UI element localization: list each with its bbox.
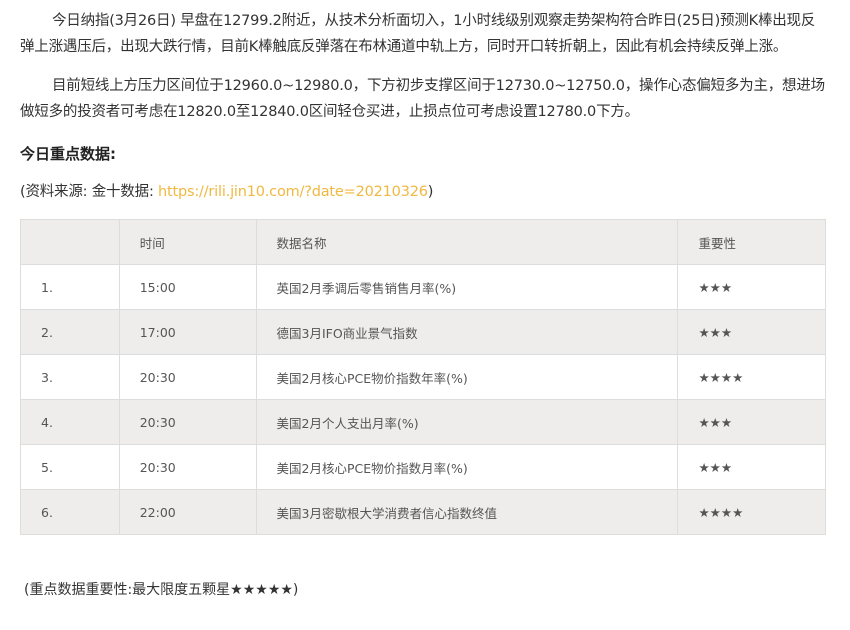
row-name: 美国2月核心PCE物价指数年率(%) bbox=[255, 354, 679, 400]
table-row: 5. 20:30 美国2月核心PCE物价指数月率(%) ★★★ bbox=[20, 444, 826, 490]
table-row: 2. 17:00 德国3月IFO商业景气指数 ★★★ bbox=[20, 309, 826, 355]
table-row: 1. 15:00 英国2月季调后零售销售月率(%) ★★★ bbox=[20, 264, 826, 310]
row-time: 20:30 bbox=[118, 354, 257, 400]
row-name: 英国2月季调后零售销售月率(%) bbox=[255, 264, 679, 310]
article-body: 今日纳指(3月26日) 早盘在12799.2附近，从技术分析面切入，1小时线级别… bbox=[20, 8, 826, 535]
table-row: 4. 20:30 美国2月个人支出月率(%) ★★★ bbox=[20, 399, 826, 445]
row-importance-stars: ★★★★ bbox=[677, 489, 826, 535]
row-time: 17:00 bbox=[118, 309, 257, 355]
source-prefix: (资料来源: 金十数据: bbox=[20, 184, 159, 200]
row-index: 5. bbox=[20, 444, 120, 490]
importance-footnote: (重点数据重要性:最大限度五颗星★★★★★) bbox=[24, 582, 299, 598]
analysis-paragraph-1: 今日纳指(3月26日) 早盘在12799.2附近，从技术分析面切入，1小时线级别… bbox=[20, 13, 816, 55]
row-importance-stars: ★★★★ bbox=[677, 354, 826, 400]
data-source-line: (资料来源: 金十数据: https://rili.jin10.com/?dat… bbox=[20, 179, 826, 205]
header-importance: 重要性 bbox=[677, 219, 826, 265]
source-link[interactable]: https://rili.jin10.com/?date=20210326 bbox=[158, 184, 428, 200]
row-time: 15:00 bbox=[118, 264, 257, 310]
row-time: 20:30 bbox=[118, 444, 257, 490]
row-importance-stars: ★★★ bbox=[677, 264, 826, 310]
row-index: 4. bbox=[20, 399, 120, 445]
row-index: 3. bbox=[20, 354, 120, 400]
row-importance-stars: ★★★ bbox=[677, 309, 826, 355]
key-data-table: 时间 数据名称 重要性 1. 15:00 英国2月季调后零售销售月率(%) ★★… bbox=[20, 219, 826, 535]
header-time: 时间 bbox=[118, 219, 257, 265]
row-index: 1. bbox=[20, 264, 120, 310]
row-time: 22:00 bbox=[118, 489, 257, 535]
row-importance-stars: ★★★ bbox=[677, 444, 826, 490]
row-name: 美国2月核心PCE物价指数月率(%) bbox=[255, 444, 679, 490]
header-index bbox=[20, 219, 120, 265]
row-index: 6. bbox=[20, 489, 120, 535]
table-row: 3. 20:30 美国2月核心PCE物价指数年率(%) ★★★★ bbox=[20, 354, 826, 400]
section-title: 今日重点数据: bbox=[20, 145, 116, 163]
row-time: 20:30 bbox=[118, 399, 257, 445]
row-index: 2. bbox=[20, 309, 120, 355]
analysis-paragraph-2: 目前短线上方压力区间位于12960.0~12980.0，下方初步支撑区间于127… bbox=[20, 78, 825, 120]
row-name: 德国3月IFO商业景气指数 bbox=[255, 309, 679, 355]
header-name: 数据名称 bbox=[255, 219, 679, 265]
row-importance-stars: ★★★ bbox=[677, 399, 826, 445]
row-name: 美国3月密歇根大学消费者信心指数终值 bbox=[255, 489, 679, 535]
row-name: 美国2月个人支出月率(%) bbox=[255, 399, 679, 445]
table-header-row: 时间 数据名称 重要性 bbox=[20, 219, 826, 265]
table-row: 6. 22:00 美国3月密歇根大学消费者信心指数终值 ★★★★ bbox=[20, 489, 826, 535]
source-suffix: ) bbox=[427, 184, 434, 200]
